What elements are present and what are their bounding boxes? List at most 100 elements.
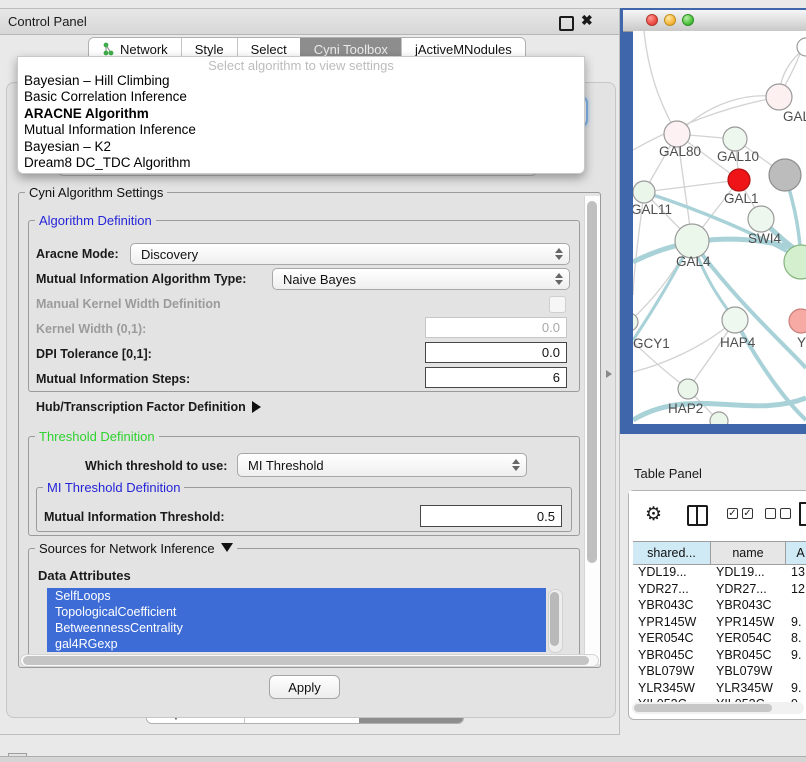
node-gal10-label: GAL10	[717, 149, 759, 164]
threshold-definition-title: Threshold Definition	[35, 429, 159, 444]
kernel-width-label: Kernel Width (0,1):	[36, 322, 146, 336]
apply-button-label: Apply	[288, 680, 321, 695]
node-gal4-label: GAL4	[676, 254, 711, 269]
table-panel-title: Table Panel	[634, 466, 702, 481]
node-gray[interactable]	[769, 159, 801, 191]
screen: Control Panel ✖ NetworkStyleSelectCyni T…	[0, 0, 806, 762]
mi-threshold-definition-title: MI Threshold Definition	[43, 480, 184, 495]
node-salmon[interactable]	[789, 309, 806, 333]
table-cell: YPR145W	[711, 614, 786, 631]
table-column-header[interactable]: name	[711, 542, 786, 564]
dpi-tolerance-label: DPI Tolerance [0,1]:	[36, 347, 152, 361]
gear-icon[interactable]: ⚙	[645, 503, 662, 526]
table-cell: 13	[786, 564, 806, 581]
data-attributes-list[interactable]: SelfLoopsTopologicalCoefficientBetweenne…	[47, 588, 546, 652]
panel-splitter-arrow[interactable]	[606, 370, 612, 378]
table-row[interactable]: YER054CYER054C8.	[633, 630, 806, 647]
mi-threshold-value: 0.5	[537, 509, 555, 524]
dpi-tolerance-value: 0.0	[542, 345, 560, 360]
node-gal11[interactable]	[633, 181, 655, 203]
table-column-header[interactable]: shared...	[633, 542, 711, 564]
mi-threshold-field[interactable]: 0.5	[420, 505, 562, 527]
table-row[interactable]: YBL079WYBL079W	[633, 663, 806, 680]
node-gal-partial[interactable]	[766, 84, 792, 110]
algorithm-option[interactable]: Bayesian – K2	[18, 139, 584, 155]
table-cell	[786, 597, 806, 614]
table-row[interactable]: YBR043CYBR043C	[633, 597, 806, 614]
table-cell: YDR27...	[633, 581, 711, 598]
new-table-icon[interactable]	[799, 502, 806, 526]
algorithm-option[interactable]: Mutual Information Inference	[18, 122, 584, 138]
algorithm-popup-hint: Select algorithm to view settings	[18, 57, 584, 73]
close-traffic-light-icon[interactable]	[646, 14, 658, 26]
minimize-traffic-light-icon[interactable]	[664, 14, 676, 26]
cyni-algorithm-settings-title: Cyni Algorithm Settings	[25, 185, 167, 200]
algorithm-option[interactable]: ARACNE Algorithm	[18, 106, 584, 122]
algorithm-option[interactable]: Basic Correlation Inference	[18, 89, 584, 105]
node-gal10[interactable]	[723, 127, 747, 151]
kernel-width-field[interactable]: 0.0	[425, 317, 567, 338]
network-graph[interactable]: GALGAL80GAL10GAL1GAL11SWI4GAL4GCY1HAP4YH…	[633, 31, 806, 424]
attribute-list-item[interactable]: gal4RGexp	[47, 636, 546, 652]
network-canvas[interactable]: GALGAL80GAL10GAL1GAL11SWI4GAL4GCY1HAP4YH…	[633, 31, 806, 424]
zoom-traffic-light-icon[interactable]	[682, 14, 694, 26]
table-row[interactable]: YDL19...YDL19...13	[633, 564, 806, 581]
table-cell: YER054C	[633, 630, 711, 647]
stepper-icon	[555, 248, 563, 260]
mi-type-value: Naive Bayes	[283, 272, 356, 287]
apply-button[interactable]: Apply	[269, 675, 340, 699]
hub-definition-toggle[interactable]: Hub/Transcription Factor Definition	[36, 400, 261, 414]
node-bottom-partial[interactable]	[710, 412, 728, 424]
node-hap4[interactable]	[722, 307, 748, 333]
network-window[interactable]: GALGAL80GAL10GAL1GAL11SWI4GAL4GCY1HAP4YH…	[620, 8, 806, 434]
attribute-list-scrollbar[interactable]	[548, 589, 563, 653]
algorithm-option[interactable]: Dream8 DC_TDC Algorithm	[18, 155, 584, 171]
node-swi4[interactable]	[748, 206, 774, 232]
table-column-header[interactable]: A	[786, 542, 806, 564]
table-row[interactable]: YBR045CYBR045C9.	[633, 647, 806, 664]
node-hap2[interactable]	[678, 379, 698, 399]
table-horizontal-scrollbar[interactable]	[632, 702, 804, 714]
mi-type-select[interactable]: Naive Bayes	[272, 268, 570, 290]
table-cell: YBL079W	[633, 663, 711, 680]
mi-steps-field[interactable]: 6	[425, 367, 567, 388]
aracne-mode-label: Aracne Mode:	[36, 247, 119, 261]
manual-kernel-checkbox[interactable]	[549, 296, 566, 313]
sources-title: Sources for Network Inference	[39, 541, 215, 556]
close-icon[interactable]: ✖	[581, 12, 593, 29]
split-columns-icon[interactable]	[687, 505, 708, 526]
attribute-list-item[interactable]: BetweennessCentrality	[47, 620, 546, 636]
attribute-list-item[interactable]: SelfLoops	[47, 588, 546, 604]
table-row[interactable]: YLR345WYLR345W9.	[633, 680, 806, 697]
table-cell: YBR045C	[633, 647, 711, 664]
network-window-titlebar[interactable]	[623, 10, 806, 32]
table-cell: 12	[786, 581, 806, 598]
table-cell: YLR345W	[633, 680, 711, 697]
table-row[interactable]: YPR145WYPR145W9.	[633, 614, 806, 631]
algorithm-option[interactable]: Bayesian – Hill Climbing	[18, 73, 584, 89]
algorithm-popup: Select algorithm to view settings Bayesi…	[17, 56, 585, 174]
panel-title: Control Panel	[8, 14, 87, 29]
collapse-arrow-icon	[221, 543, 233, 552]
table-cell: YBR045C	[711, 647, 786, 664]
table-cell: YDL19...	[633, 564, 711, 581]
node-gal80-label: GAL80	[659, 144, 701, 159]
settings-vertical-scrollbar[interactable]	[584, 196, 600, 664]
node-gal1[interactable]	[728, 169, 750, 191]
attribute-list-item[interactable]: TopologicalCoefficient	[47, 604, 546, 620]
sources-toggle[interactable]: Sources for Network Inference	[35, 541, 237, 556]
float-icon[interactable]	[559, 16, 574, 31]
node-salmon-label: Y	[797, 335, 806, 350]
settings-horizontal-scrollbar[interactable]	[20, 654, 599, 667]
table-row[interactable]: YDR27...YDR27...12	[633, 581, 806, 598]
deselect-all-checks-icon[interactable]	[765, 508, 791, 519]
network-edge	[677, 96, 779, 134]
table-header-row: shared...nameA	[633, 541, 806, 565]
dpi-tolerance-field[interactable]: 0.0	[425, 342, 567, 363]
which-threshold-select[interactable]: MI Threshold	[237, 453, 527, 477]
aracne-mode-select[interactable]: Discovery	[130, 243, 570, 265]
select-all-checks-icon[interactable]: ✓✓	[727, 508, 753, 519]
node-gal4[interactable]	[675, 224, 709, 258]
mi-steps-label: Mutual Information Steps:	[36, 372, 190, 386]
node-gcy1[interactable]	[633, 313, 638, 331]
